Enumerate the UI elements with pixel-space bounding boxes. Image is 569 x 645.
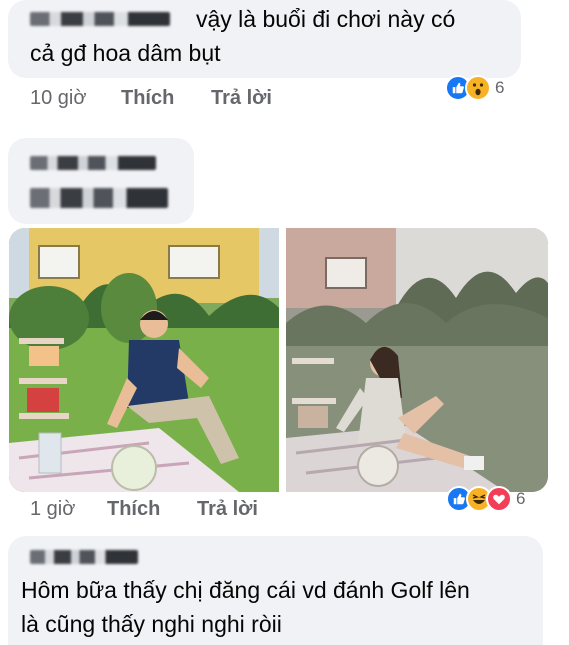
like-label: Thích bbox=[121, 87, 175, 109]
comment-text-line1: Hôm bữa thấy chị đăng cái vd đánh Golf l… bbox=[21, 577, 470, 603]
reaction-count: 6 bbox=[516, 489, 526, 508]
reactions-summary-2[interactable]: 6 bbox=[446, 486, 525, 512]
reaction-count: 6 bbox=[495, 78, 505, 97]
commenter-name-blurred[interactable] bbox=[30, 12, 170, 26]
reply-label: Trả lời bbox=[211, 87, 272, 109]
comment-bubble-1: vậy là buổi đi chơi này có cả gđ hoa dâm… bbox=[8, 0, 521, 78]
commenter-name-blurred[interactable] bbox=[30, 156, 156, 170]
comment-bubble-3: Hôm bữa thấy chị đăng cái vd đánh Golf l… bbox=[8, 536, 543, 645]
love-icon bbox=[486, 486, 512, 512]
like-label: Thích bbox=[107, 498, 161, 520]
like-button-1[interactable]: Thích bbox=[121, 87, 174, 110]
commenter-name-blurred[interactable] bbox=[30, 550, 138, 564]
comment-bubble-2 bbox=[8, 138, 194, 224]
comment-text-line2: là cũng thấy nghi nghi ròii bbox=[21, 611, 282, 637]
reply-button-1[interactable]: Trả lời bbox=[211, 87, 272, 110]
comment-time-1[interactable]: 10 giờ bbox=[30, 87, 86, 110]
comment-photo-woman[interactable] bbox=[286, 228, 548, 492]
wow-icon bbox=[465, 75, 491, 101]
comment-time-2[interactable]: 1 giờ bbox=[30, 498, 75, 521]
comment-text-blurred bbox=[30, 188, 168, 208]
comment-photo-man[interactable] bbox=[9, 228, 279, 492]
reactions-summary-1[interactable]: 6 bbox=[445, 75, 504, 101]
reply-button-2[interactable]: Trả lời bbox=[197, 498, 258, 521]
comment-text-line1: vậy là buổi đi chơi này có bbox=[196, 6, 456, 32]
like-button-2[interactable]: Thích bbox=[107, 498, 160, 521]
reply-label: Trả lời bbox=[197, 498, 258, 520]
comment-text-line2: cả gđ hoa dâm bụt bbox=[30, 40, 221, 66]
